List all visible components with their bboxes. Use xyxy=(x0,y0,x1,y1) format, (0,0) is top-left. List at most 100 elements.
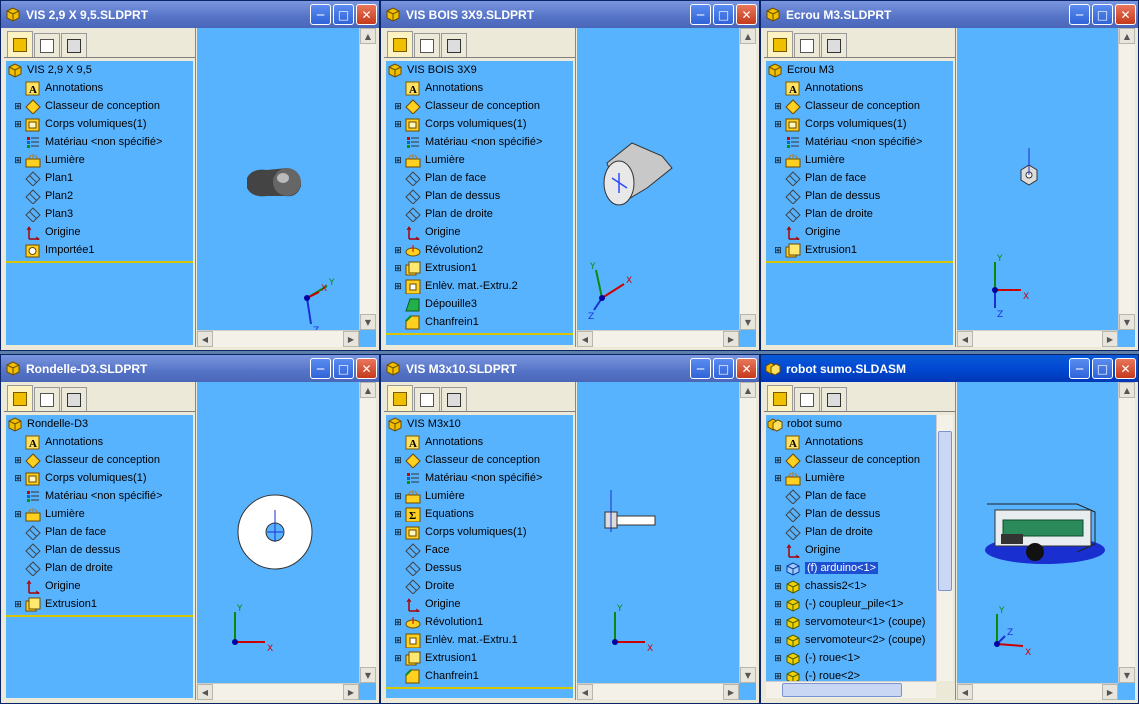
scroll-thumb[interactable] xyxy=(782,683,902,697)
tab-configuration-manager[interactable] xyxy=(441,33,467,57)
window-robot-sumo[interactable]: robot sumo.SLDASM ─ □ ✕ robot sumo ⊞ A Annotati… xyxy=(760,354,1139,704)
window-vis-2-9[interactable]: VIS 2,9 X 9,5.SLDPRT ─ □ ✕ VIS 2,9 X 9,5 ⊞ A An… xyxy=(0,0,380,351)
expand-toggle[interactable]: ⊞ xyxy=(393,155,403,166)
expand-toggle[interactable]: ⊞ xyxy=(773,581,783,592)
tree-item[interactable]: ⊞Dépouille3 xyxy=(386,295,573,313)
rollback-bar[interactable] xyxy=(6,261,193,263)
tree-item[interactable]: VIS 2,9 X 9,5 xyxy=(6,61,193,79)
tree-item[interactable]: ⊞ Corps volumiques(1) xyxy=(386,523,573,541)
tree-item[interactable]: ⊞Origine xyxy=(6,223,193,241)
tree-item[interactable]: ⊞AAnnotations xyxy=(386,79,573,97)
tree-item[interactable]: ⊞AAnnotations xyxy=(766,79,953,97)
expand-toggle[interactable]: ⊞ xyxy=(773,563,783,574)
viewport-vertical-scrollbar[interactable]: ▲ ▼ xyxy=(1118,382,1135,683)
tab-configuration-manager[interactable] xyxy=(821,33,847,57)
viewport-horizontal-scrollbar[interactable]: ◀ ▶ xyxy=(197,683,359,700)
scroll-left-icon[interactable]: ◀ xyxy=(957,684,973,700)
tree-item[interactable]: ⊞ Classeur de conception xyxy=(6,451,193,469)
tree-item[interactable]: ⊞Plan de face xyxy=(6,523,193,541)
tree-item[interactable]: ⊞Plan de face xyxy=(766,169,953,187)
expand-toggle[interactable]: ⊞ xyxy=(773,635,783,646)
expand-toggle[interactable]: ⊞ xyxy=(773,473,783,484)
title-bar[interactable]: robot sumo.SLDASM ─ □ ✕ xyxy=(761,355,1138,382)
expand-toggle[interactable]: ⊞ xyxy=(393,491,403,502)
tree-item[interactable]: ⊞Origine xyxy=(386,223,573,241)
tree-item[interactable]: ⊞ Corps volumiques(1) xyxy=(6,469,193,487)
tree-item[interactable]: ⊞Plan de dessus xyxy=(766,187,953,205)
expand-toggle[interactable]: ⊞ xyxy=(13,155,23,166)
expand-toggle[interactable]: ⊞ xyxy=(393,245,403,256)
maximize-button[interactable]: □ xyxy=(713,358,734,379)
tree-item[interactable]: ⊞ Révolution2 xyxy=(386,241,573,259)
tree-item[interactable]: ⊞Matériau <non spécifié> xyxy=(766,133,953,151)
feature-tree[interactable]: Rondelle-D3 ⊞ A Annotations ⊞ Classeur de con… xyxy=(6,415,193,698)
tree-item[interactable]: VIS BOIS 3X9 xyxy=(386,61,573,79)
graphics-viewport[interactable]: Y X ▲ ▼ ◀ ▶ xyxy=(197,382,376,700)
scroll-left-icon[interactable]: ◀ xyxy=(577,684,593,700)
tree-item[interactable]: ⊞Importée1 xyxy=(6,241,193,259)
feature-tree[interactable]: VIS 2,9 X 9,5 ⊞ A Annotations ⊞ Classeur de c… xyxy=(6,61,193,345)
tab-property-manager[interactable] xyxy=(34,387,60,411)
close-button[interactable]: ✕ xyxy=(1115,4,1136,25)
tab-feature-tree[interactable] xyxy=(7,31,33,57)
rollback-bar[interactable] xyxy=(386,333,573,335)
expand-toggle[interactable]: ⊞ xyxy=(393,527,403,538)
tab-feature-tree[interactable] xyxy=(387,385,413,411)
tree-item[interactable]: ⊞ Classeur de conception xyxy=(6,97,193,115)
tree-item[interactable]: ⊞Plan de dessus xyxy=(6,541,193,559)
tree-item[interactable]: ⊞ Extrusion1 xyxy=(6,595,193,613)
tree-item[interactable]: ⊞ Révolution1 xyxy=(386,613,573,631)
tree-item[interactable]: Rondelle-D3 xyxy=(6,415,193,433)
tree-item[interactable]: ⊞ Classeur de conception xyxy=(386,451,573,469)
graphics-viewport[interactable]: YXZ▲▼◀▶ xyxy=(577,28,756,347)
viewport-horizontal-scrollbar[interactable]: ◀ ▶ xyxy=(197,330,359,347)
scroll-left-icon[interactable]: ◀ xyxy=(197,684,213,700)
expand-toggle[interactable]: ⊞ xyxy=(13,473,23,484)
tree-item[interactable]: ⊞Plan de droite xyxy=(386,205,573,223)
minimize-button[interactable]: ─ xyxy=(1069,358,1090,379)
viewport-vertical-scrollbar[interactable]: ▲ ▼ xyxy=(1118,28,1135,330)
tree-item[interactable]: ⊞Face xyxy=(386,541,573,559)
tree-item[interactable]: ⊞Matériau <non spécifié> xyxy=(6,487,193,505)
window-ecrou-m3[interactable]: Ecrou M3.SLDPRT ─ □ ✕ Ecrou M3 ⊞ A Annotations ⊞… xyxy=(760,0,1139,351)
close-button[interactable]: ✕ xyxy=(1115,358,1136,379)
tab-property-manager[interactable] xyxy=(414,387,440,411)
tab-feature-tree[interactable] xyxy=(387,31,413,57)
tree-item[interactable]: ⊞ Extrusion1 xyxy=(386,649,573,667)
close-button[interactable]: ✕ xyxy=(356,4,377,25)
tree-item[interactable]: ⊞Chanfrein1 xyxy=(386,667,573,685)
viewport-vertical-scrollbar[interactable]: ▲ ▼ xyxy=(359,382,376,683)
rollback-bar[interactable] xyxy=(386,687,573,689)
expand-toggle[interactable]: ⊞ xyxy=(773,617,783,628)
expand-toggle[interactable]: ⊞ xyxy=(393,653,403,664)
window-vis-m3x10[interactable]: VIS M3x10.SLDPRT ─ □ ✕ VIS M3x10 ⊞ A Annotation… xyxy=(380,354,760,704)
tab-configuration-manager[interactable] xyxy=(821,387,847,411)
tree-item[interactable]: ⊞ Lumière xyxy=(766,151,953,169)
window-vis-bois[interactable]: VIS BOIS 3X9.SLDPRT ─ □ ✕ VIS BOIS 3X9 ⊞ A Anno… xyxy=(380,0,760,351)
model-view[interactable]: YXZ xyxy=(957,28,1118,330)
expand-toggle[interactable]: ⊞ xyxy=(13,101,23,112)
minimize-button[interactable]: ─ xyxy=(310,4,331,25)
tree-item[interactable]: ⊞AAnnotations xyxy=(6,433,193,451)
tree-item[interactable]: ⊞Origine xyxy=(6,577,193,595)
tree-item[interactable]: ⊞Origine xyxy=(386,595,573,613)
minimize-button[interactable]: ─ xyxy=(690,4,711,25)
scroll-up-icon[interactable]: ▲ xyxy=(1119,382,1135,398)
tree-item[interactable]: ⊞ Lumière xyxy=(6,505,193,523)
tree-item[interactable]: ⊞ Σ Equations xyxy=(386,505,573,523)
model-view[interactable]: YXZ xyxy=(197,28,359,330)
tree-item[interactable]: ⊞Plan2 xyxy=(6,187,193,205)
tree-vertical-scrollbar[interactable] xyxy=(936,415,953,681)
scroll-down-icon[interactable]: ▼ xyxy=(1119,667,1135,683)
expand-toggle[interactable]: ⊞ xyxy=(393,263,403,274)
tree-item[interactable]: ⊞ Extrusion1 xyxy=(766,241,953,259)
tree-item[interactable]: ⊞ (-) coupleur_pile<1> xyxy=(766,595,936,613)
title-bar[interactable]: VIS BOIS 3X9.SLDPRT ─ □ ✕ xyxy=(381,1,759,28)
tree-item[interactable]: ⊞AAnnotations xyxy=(6,79,193,97)
title-bar[interactable]: VIS M3x10.SLDPRT ─ □ ✕ xyxy=(381,355,759,382)
expand-toggle[interactable]: ⊞ xyxy=(773,455,783,466)
tree-item[interactable]: ⊞ Extrusion1 xyxy=(386,259,573,277)
tree-item[interactable]: ⊞ (f) arduino<1> xyxy=(766,559,936,577)
expand-toggle[interactable]: ⊞ xyxy=(773,599,783,610)
viewport-horizontal-scrollbar[interactable]: ◀ ▶ xyxy=(577,683,739,700)
